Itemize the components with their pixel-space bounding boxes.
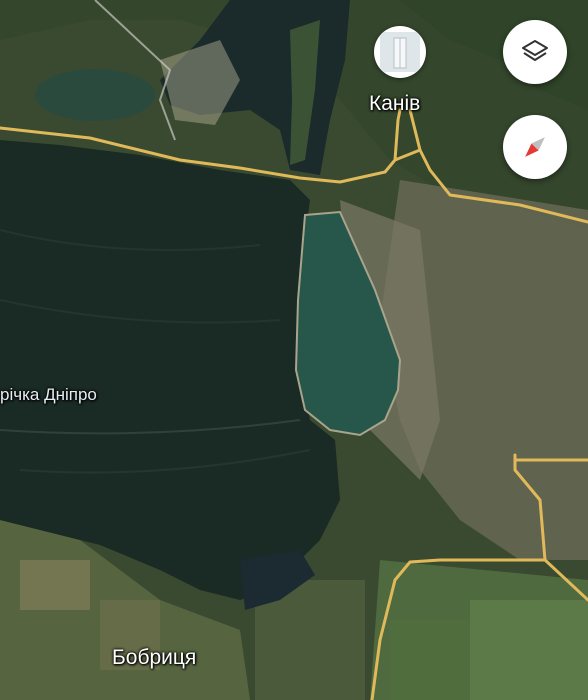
compass-icon	[525, 137, 545, 157]
label-river-dnipro: річка Дніпро	[0, 385, 97, 404]
layers-button[interactable]	[503, 20, 567, 84]
building-icon	[380, 32, 420, 72]
place-photo-pin[interactable]	[374, 26, 426, 78]
layers-icon	[522, 40, 548, 61]
dnipro-reservoir	[0, 140, 340, 600]
label-bobrytsia[interactable]: Бобриця	[112, 646, 196, 670]
satellite-map[interactable]	[0, 0, 588, 700]
field-patch-3	[20, 560, 90, 610]
field-patch-1	[470, 600, 588, 700]
lake-northwest	[35, 69, 155, 121]
compass-button[interactable]	[503, 115, 567, 179]
label-kaniv[interactable]: Канів	[369, 92, 420, 116]
field-patch-2	[390, 620, 470, 700]
